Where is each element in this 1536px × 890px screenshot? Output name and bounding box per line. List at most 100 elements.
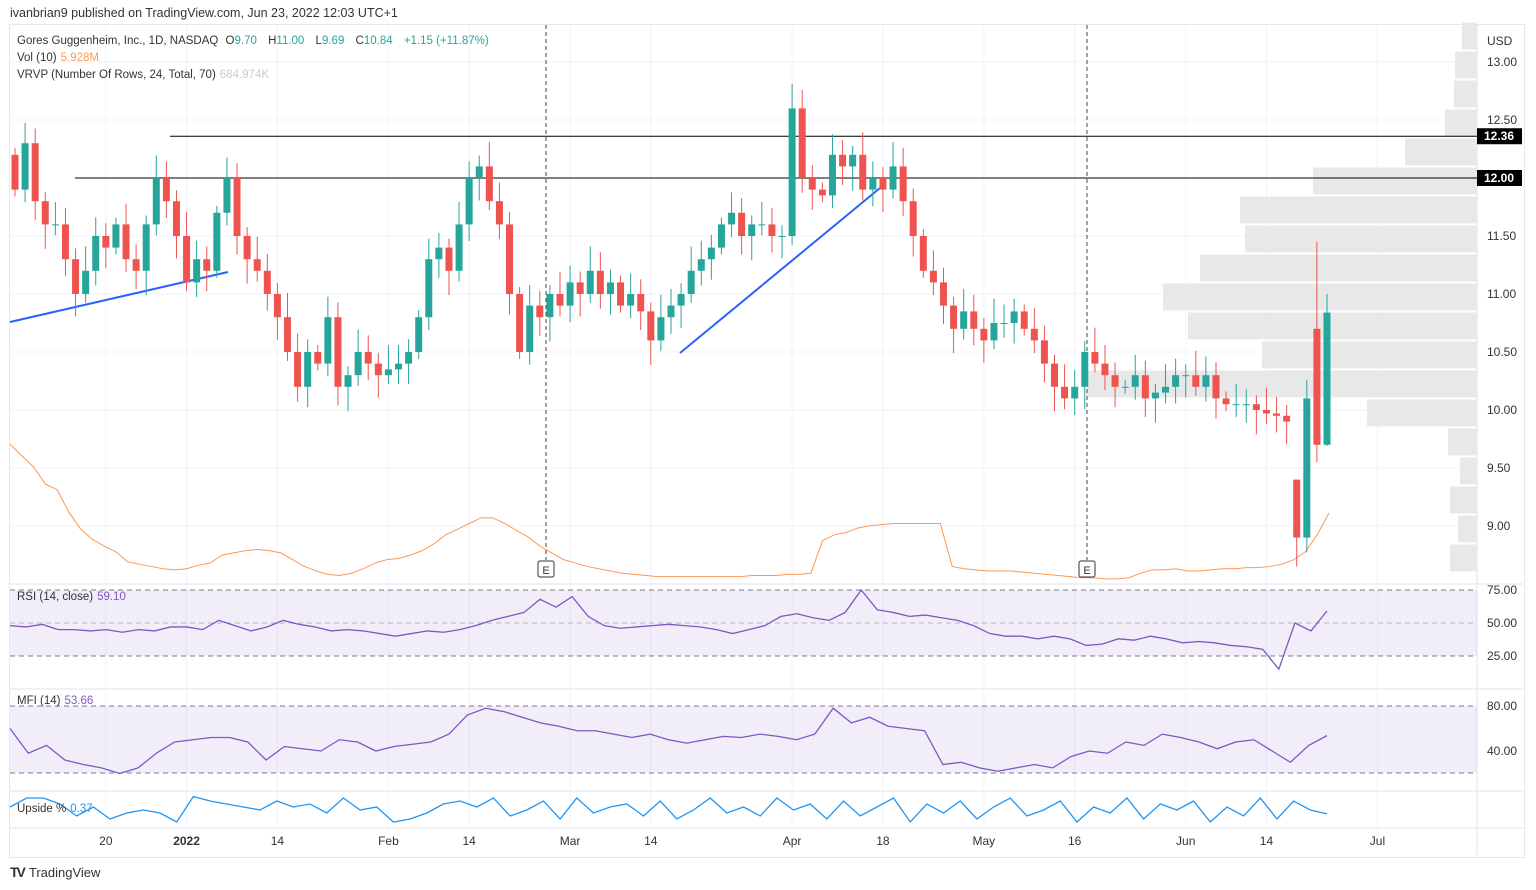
candle-body xyxy=(788,108,796,236)
candle-body xyxy=(1131,375,1139,387)
candle-body xyxy=(869,178,877,190)
candle-body xyxy=(152,178,160,225)
candle-body xyxy=(213,212,221,271)
low-value: 9.69 xyxy=(321,35,345,47)
candle-body xyxy=(294,352,302,387)
candle-body xyxy=(970,311,978,329)
candle-body xyxy=(1000,323,1008,324)
vrvp-bar xyxy=(1188,312,1477,340)
candle-body xyxy=(41,201,49,225)
candle-body xyxy=(455,224,463,271)
vrvp-bar xyxy=(1450,486,1477,514)
symbol-title[interactable]: Gores Guggenheim, Inc., 1D, NASDAQ xyxy=(17,35,218,47)
candle-body xyxy=(304,352,312,387)
candle-body xyxy=(1162,386,1170,393)
candle-body xyxy=(61,224,69,260)
upside-value: 0.37 xyxy=(70,803,93,815)
candle-body xyxy=(1071,386,1079,399)
candle-body xyxy=(51,224,59,226)
candle-body xyxy=(506,224,514,294)
candle-body xyxy=(596,270,604,294)
volume-legend[interactable]: Vol (10) 5.928M xyxy=(17,52,103,64)
date-tick-label: 14 xyxy=(1260,834,1274,848)
candle-body xyxy=(526,305,534,352)
candle-body xyxy=(172,201,180,236)
candle-body xyxy=(72,259,80,294)
candle-body xyxy=(768,224,776,236)
candle-body xyxy=(1293,479,1301,538)
mfi-band xyxy=(10,706,1477,773)
candle-body xyxy=(485,166,493,202)
vrvp-bar xyxy=(1448,428,1477,456)
vrvp-bar xyxy=(1450,544,1477,572)
rsi-legend[interactable]: RSI (14, close) 59.10 xyxy=(17,591,130,603)
upside-legend[interactable]: Upside % 0.37 xyxy=(17,803,97,815)
candle-body xyxy=(647,311,655,341)
candle-body xyxy=(364,352,372,364)
rsi-value: 59.10 xyxy=(97,591,126,603)
candle-body xyxy=(495,201,503,225)
candle-body xyxy=(425,259,433,318)
vrvp-bar xyxy=(1458,515,1477,543)
candle-body xyxy=(606,282,614,294)
candle-body xyxy=(586,270,594,294)
trendline-uptrend xyxy=(679,187,881,354)
candle-body xyxy=(11,154,19,190)
close-label: C xyxy=(355,35,364,47)
date-tick-label: 20 xyxy=(99,834,113,848)
candle-body xyxy=(31,143,39,202)
tradingview-logo[interactable]: TV TradingView xyxy=(10,864,100,880)
candle-body xyxy=(798,108,806,178)
level-price-label: 12.36 xyxy=(1484,129,1514,143)
volume-ma-line xyxy=(9,444,1330,580)
candle-body xyxy=(556,294,564,306)
candle-body xyxy=(637,294,645,312)
chart-canvas[interactable]: E E 12.36 12.00 USD 13.00 12.50 11.50 11.00 10.50… xyxy=(0,0,1536,890)
candle-body xyxy=(384,369,392,376)
candle-body xyxy=(273,294,281,318)
candle-body xyxy=(1172,375,1180,387)
mfi-legend[interactable]: MFI (14) 53.66 xyxy=(17,695,97,707)
candle-body xyxy=(899,166,907,202)
brand-name: TradingView xyxy=(28,864,101,880)
vrvp-bar xyxy=(1405,138,1477,166)
high-value: 11.00 xyxy=(276,35,305,47)
candle-body xyxy=(243,236,251,260)
vrvp-legend[interactable]: VRVP (Number Of Rows, 24, Total, 70) 684.… xyxy=(17,69,273,81)
candle-body xyxy=(1232,404,1240,406)
candle-body xyxy=(1222,398,1230,405)
candle-body xyxy=(203,259,211,271)
candle-body xyxy=(314,352,322,364)
upside-label: Upside % xyxy=(17,803,67,815)
candle-body xyxy=(1010,311,1018,323)
candle-body xyxy=(354,352,362,376)
candle-body xyxy=(546,294,554,318)
date-tick-label: Mar xyxy=(560,834,581,848)
candle-body xyxy=(344,375,352,387)
candle-body xyxy=(697,259,705,271)
candle-body xyxy=(758,224,766,226)
date-tick-label: 14 xyxy=(644,834,658,848)
candle-body xyxy=(828,154,836,196)
candle-body xyxy=(1101,363,1109,376)
candle-body xyxy=(950,305,958,329)
vrvp-bar xyxy=(1460,457,1477,485)
price-tick-label: 9.00 xyxy=(1487,519,1511,533)
candle-body xyxy=(122,224,130,260)
vrvp-bar xyxy=(1240,196,1477,224)
candle-body xyxy=(748,224,756,236)
candle-body xyxy=(889,166,897,190)
candle-body xyxy=(415,317,423,352)
candle-body xyxy=(1051,363,1059,387)
candle-body xyxy=(92,236,100,271)
candle-body xyxy=(879,178,887,190)
vrvp-bar xyxy=(1163,283,1477,311)
candle-body xyxy=(1081,352,1089,387)
date-tick-label: Feb xyxy=(378,834,399,848)
price-tick-label: 11.50 xyxy=(1487,229,1516,243)
candle-body xyxy=(617,282,625,306)
mfi-tick-label: 80.00 xyxy=(1487,699,1517,713)
candle-body xyxy=(1242,404,1250,406)
vrvp-bar xyxy=(1455,51,1477,79)
candle-body xyxy=(939,282,947,306)
